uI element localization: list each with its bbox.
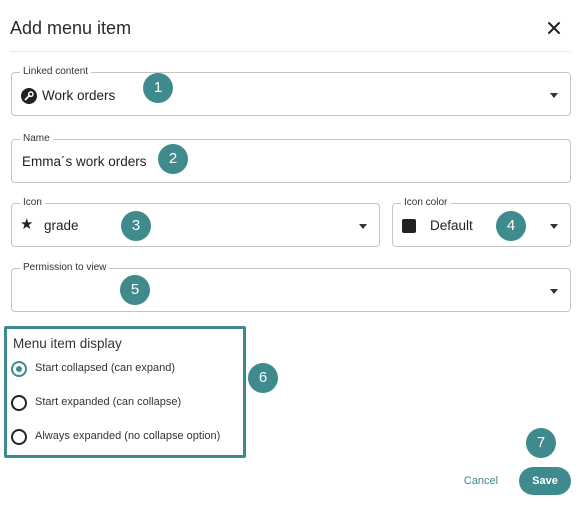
menu-item-display-group: Menu item display Start collapsed (can e… [4,326,246,458]
name-label: Name [20,132,53,146]
radio-button[interactable] [11,429,27,445]
callout-badge-2: 2 [158,144,188,174]
permission-select[interactable]: Permission to view [11,261,571,312]
color-swatch [402,219,416,233]
header-divider [10,51,571,52]
chevron-down-icon [550,224,558,229]
close-icon [548,22,560,34]
icon-value: grade [44,218,79,233]
icon-color-select[interactable]: Icon color Default [392,196,571,247]
linked-content-value: Work orders [42,88,116,103]
radio-label: Start expanded (can collapse) [35,396,182,408]
callout-badge-7: 7 [526,428,556,458]
name-field[interactable]: Name Emma´s work orders [11,132,571,183]
radio-label: Start collapsed (can expand) [35,362,176,374]
icon-color-value: Default [430,218,473,233]
close-button[interactable] [544,18,564,38]
linked-content-select[interactable]: Linked content Work orders [11,65,571,116]
chevron-down-icon [550,93,558,98]
wrench-icon [21,88,37,104]
callout-badge-4: 4 [496,211,526,241]
radio-button-selected[interactable] [11,361,27,377]
callout-badge-1: 1 [143,73,173,103]
icon-select[interactable]: Icon ★ grade [11,196,380,247]
icon-label: Icon [20,196,45,210]
dialog-title: Add menu item [10,18,132,38]
name-value: Emma´s work orders [22,154,147,169]
radio-start-expanded[interactable]: Start expanded (can collapse) [11,393,241,413]
icon-color-label: Icon color [401,196,451,210]
permission-label: Permission to view [20,261,110,275]
linked-content-label: Linked content [20,65,92,79]
radio-button[interactable] [11,395,27,411]
save-button[interactable]: Save [519,467,571,495]
cancel-button[interactable]: Cancel [455,472,507,490]
chevron-down-icon [359,224,367,229]
callout-badge-5: 5 [120,275,150,305]
callout-badge-6: 6 [248,363,278,393]
callout-badge-3: 3 [121,211,151,241]
radio-label: Always expanded (no collapse option) [35,430,221,442]
chevron-down-icon [550,289,558,294]
radio-always-expanded[interactable]: Always expanded (no collapse option) [11,427,241,447]
star-icon: ★ [20,216,34,233]
radio-start-collapsed[interactable]: Start collapsed (can expand) [11,359,241,379]
menu-item-display-title: Menu item display [13,336,122,351]
